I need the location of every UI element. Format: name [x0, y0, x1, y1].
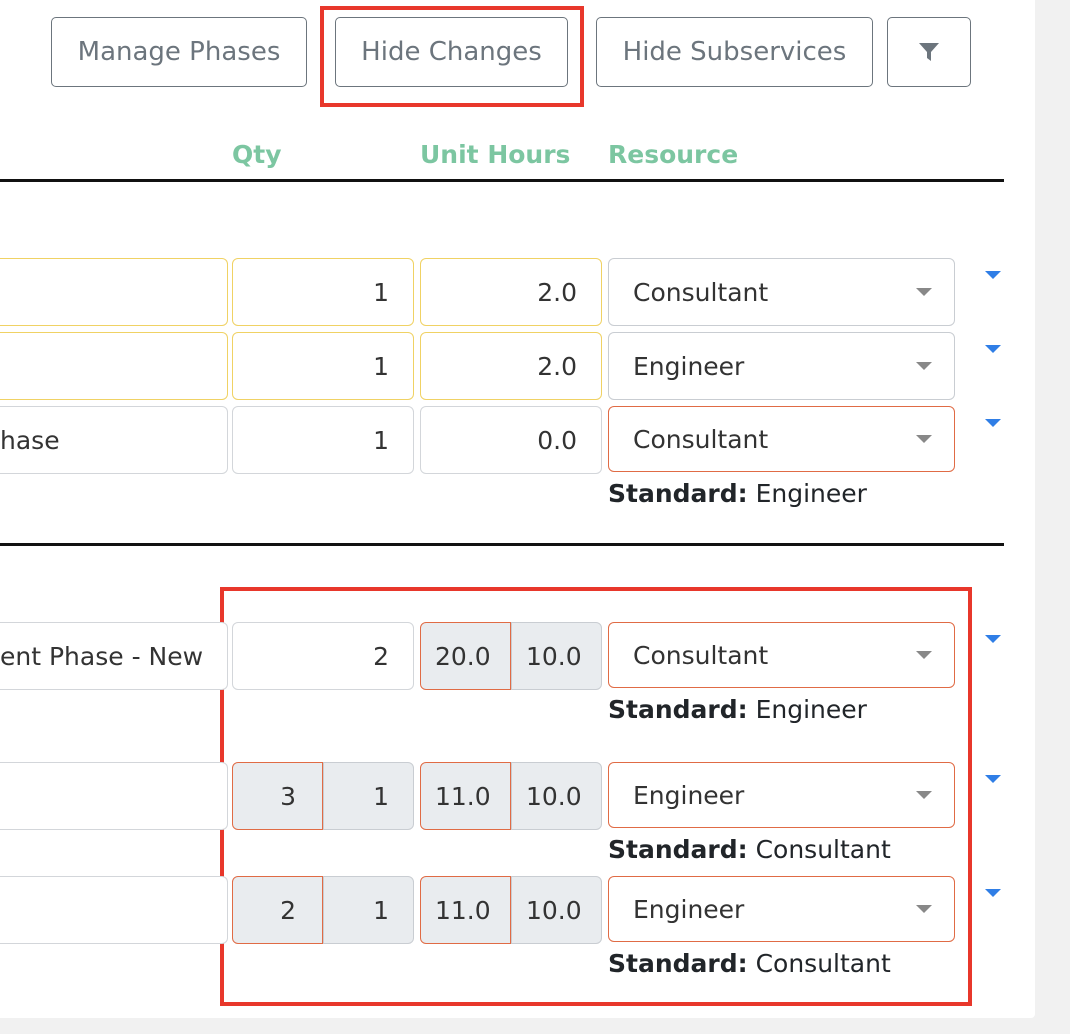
hide-changes-button[interactable]: Hide Changes [335, 17, 568, 87]
group-divider [0, 543, 1004, 546]
standard-label: Standard: [608, 695, 748, 724]
unit-hours-changed-input[interactable]: 20.0 [420, 622, 511, 690]
row-menu-caret-icon[interactable] [985, 635, 1001, 643]
row-menu-caret-icon[interactable] [985, 271, 1001, 279]
column-header-qty[interactable]: Qty [232, 140, 282, 169]
qty-changed-input[interactable]: 3 [232, 762, 323, 830]
row-menu-caret-icon[interactable] [985, 889, 1001, 897]
qty-standard-value: 1 [323, 762, 414, 830]
service-name-input[interactable]: ent Phase - New [0, 622, 228, 690]
standard-resource-note: Standard: Engineer [608, 695, 867, 724]
unit-hours-input[interactable]: 2.0 [420, 332, 602, 400]
unit-hours-standard-value: 10.0 [511, 622, 602, 690]
unit-hours-changed-input[interactable]: 11.0 [420, 876, 511, 944]
resource-select[interactable]: Consultant [608, 258, 955, 326]
filter-icon [919, 43, 939, 61]
standard-resource-note: Standard: Consultant [608, 949, 891, 978]
hide-subservices-button[interactable]: Hide Subservices [596, 17, 873, 87]
service-name-input[interactable]: hase [0, 406, 228, 474]
qty-input[interactable]: 1 [232, 332, 414, 400]
standard-resource-note: Standard: Consultant [608, 835, 891, 864]
service-name-input[interactable] [0, 332, 228, 400]
qty-input[interactable]: 1 [232, 406, 414, 474]
qty-input[interactable]: 2 [232, 622, 414, 690]
qty-changed-input[interactable]: 2 [232, 876, 323, 944]
header-divider [0, 179, 1004, 182]
standard-label: Standard: [608, 479, 748, 508]
unit-hours-input[interactable]: 2.0 [420, 258, 602, 326]
resource-select[interactable]: Engineer [608, 762, 955, 828]
chevron-down-icon [916, 651, 932, 659]
filter-button[interactable] [887, 17, 971, 87]
resource-select[interactable]: Consultant [608, 622, 955, 688]
chevron-down-icon [916, 288, 932, 296]
column-header-resource[interactable]: Resource [608, 140, 738, 169]
unit-hours-standard-value: 10.0 [511, 876, 602, 944]
resource-select-value: Engineer [633, 351, 745, 381]
standard-label: Standard: [608, 835, 748, 864]
chevron-down-icon [916, 362, 932, 370]
qty-standard-value: 1 [323, 876, 414, 944]
column-header-unit-hours[interactable]: Unit Hours [420, 140, 570, 169]
service-name-input[interactable] [0, 876, 228, 944]
unit-hours-changed-input[interactable]: 11.0 [420, 762, 511, 830]
resource-select[interactable]: Engineer [608, 332, 955, 400]
resource-select-value: Engineer [633, 894, 745, 924]
standard-label: Standard: [608, 949, 748, 978]
row-menu-caret-icon[interactable] [985, 775, 1001, 783]
row-menu-caret-icon[interactable] [985, 345, 1001, 353]
resource-select-value: Engineer [633, 780, 745, 810]
chevron-down-icon [916, 905, 932, 913]
standard-value: Engineer [755, 695, 867, 724]
standard-resource-note: Standard: Engineer [608, 479, 867, 508]
standard-value: Consultant [755, 949, 891, 978]
qty-input[interactable]: 1 [232, 258, 414, 326]
chevron-down-icon [916, 791, 932, 799]
chevron-down-icon [916, 435, 932, 443]
service-name-input[interactable] [0, 258, 228, 326]
resource-select-value: Consultant [633, 424, 769, 454]
resource-select-value: Consultant [633, 640, 769, 670]
unit-hours-standard-value: 10.0 [511, 762, 602, 830]
row-menu-caret-icon[interactable] [985, 419, 1001, 427]
standard-value: Consultant [755, 835, 891, 864]
unit-hours-input[interactable]: 0.0 [420, 406, 602, 474]
service-name-input[interactable] [0, 762, 228, 830]
resource-select[interactable]: Engineer [608, 876, 955, 942]
resource-select[interactable]: Consultant [608, 406, 955, 472]
resource-select-value: Consultant [633, 277, 769, 307]
standard-value: Engineer [755, 479, 867, 508]
manage-phases-button[interactable]: Manage Phases [51, 17, 307, 87]
